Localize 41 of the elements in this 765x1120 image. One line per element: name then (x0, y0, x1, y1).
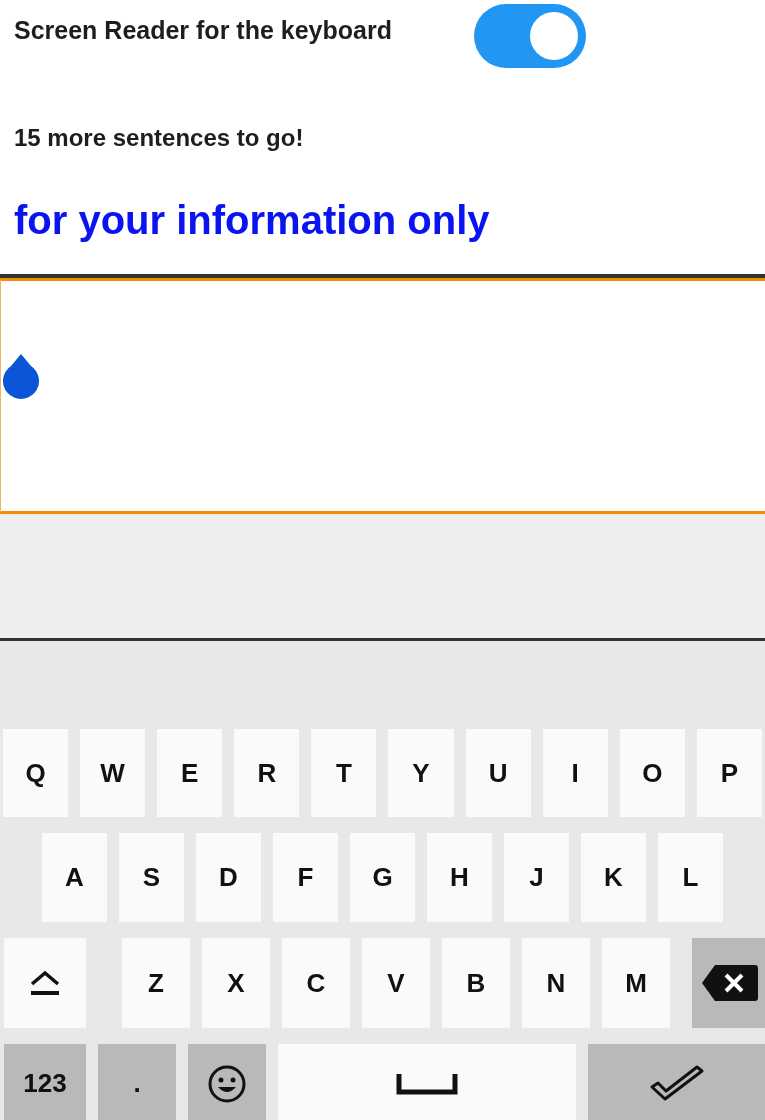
emoji-key[interactable] (188, 1044, 266, 1120)
letter-key[interactable]: P (696, 729, 762, 818)
letter-key[interactable]: F (273, 833, 338, 922)
letter-key[interactable]: Y (388, 729, 454, 818)
setting-label: Screen Reader for the keyboard (14, 16, 393, 45)
letter-key[interactable]: B (442, 937, 510, 1029)
backspace-key[interactable] (692, 937, 765, 1029)
letter-key[interactable]: Z (122, 937, 190, 1029)
letter-key[interactable]: W (80, 729, 146, 818)
letter-key[interactable]: D (196, 833, 261, 922)
letter-key[interactable]: J (504, 833, 569, 922)
letter-key[interactable]: I (542, 729, 608, 818)
done-key[interactable] (588, 1044, 765, 1120)
period-key[interactable]: . (98, 1044, 176, 1120)
progress-text: 15 more sentences to go! (13, 123, 305, 153)
letter-key[interactable]: K (581, 833, 646, 922)
letter-key[interactable]: R (234, 729, 300, 818)
letter-key[interactable]: X (202, 937, 270, 1029)
letter-key[interactable]: E (157, 729, 223, 818)
letter-key[interactable]: O (619, 729, 685, 818)
letter-key[interactable]: S (119, 833, 184, 922)
space-icon (396, 1071, 458, 1096)
emoji-icon (207, 1063, 247, 1104)
prompt-sentence: for your information only (13, 197, 491, 244)
space-key[interactable] (278, 1044, 576, 1120)
cursor-handle-icon (1, 352, 41, 400)
letter-key[interactable]: Q (3, 729, 69, 818)
checkmark-icon (648, 1064, 705, 1103)
letter-key[interactable]: U (465, 729, 531, 818)
backspace-icon (700, 963, 759, 1004)
letter-key[interactable]: G (350, 833, 415, 922)
letter-key[interactable]: V (362, 937, 430, 1029)
letter-key[interactable]: L (658, 833, 723, 922)
letter-key[interactable]: M (602, 937, 670, 1029)
letter-key[interactable]: N (522, 937, 590, 1029)
letter-key[interactable]: T (311, 729, 377, 818)
letter-key[interactable]: H (427, 833, 492, 922)
letter-key[interactable]: A (42, 833, 107, 922)
letter-key[interactable]: C (282, 937, 350, 1029)
shift-key[interactable] (4, 937, 86, 1029)
symbols-key[interactable]: 123 (4, 1044, 86, 1120)
